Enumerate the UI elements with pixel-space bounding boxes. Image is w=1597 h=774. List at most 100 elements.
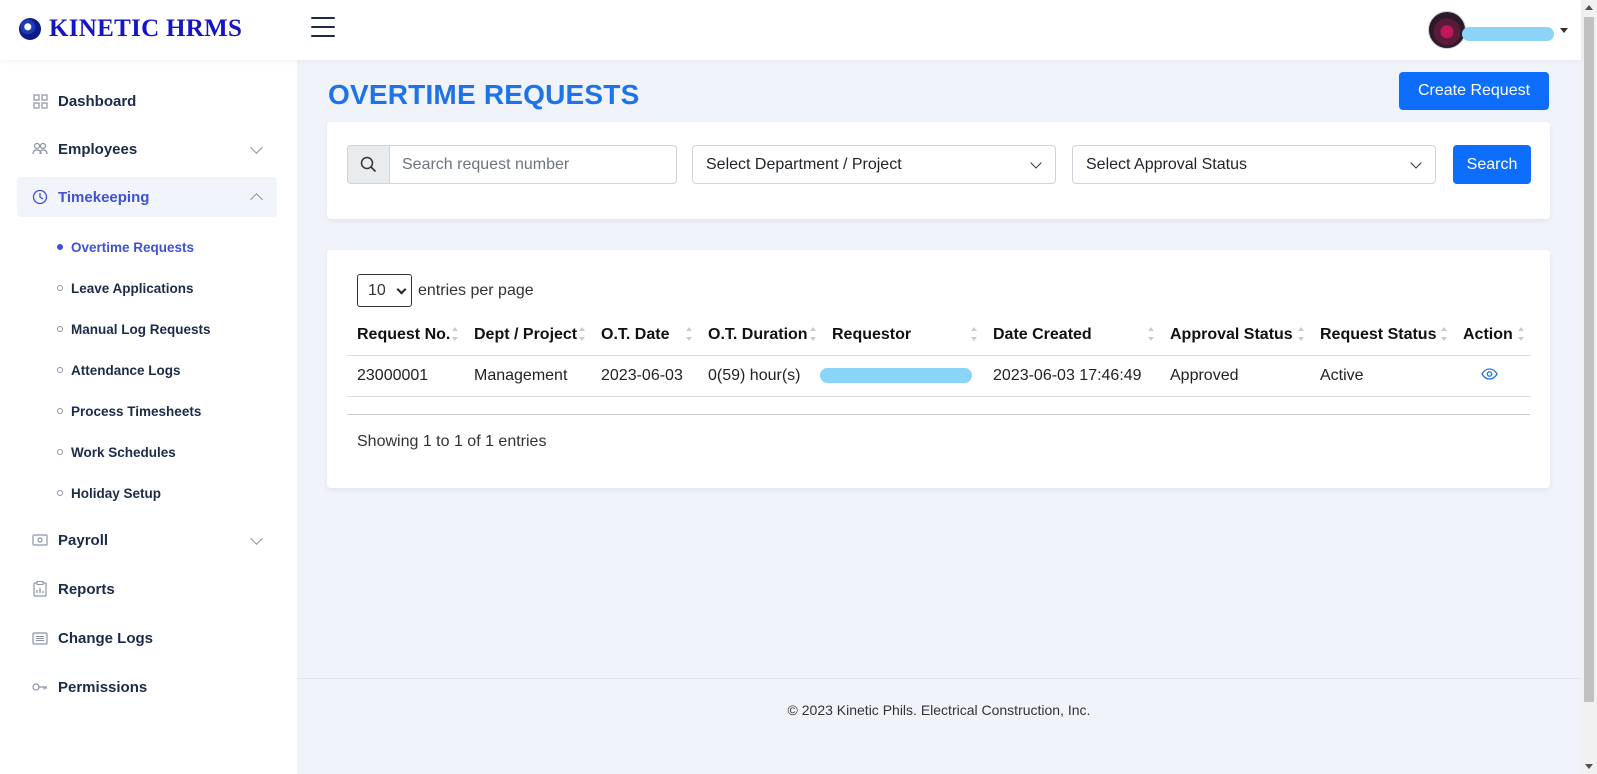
approval-status-select[interactable]: Select Approval Status bbox=[1072, 145, 1436, 184]
department-select[interactable]: Select Department / Project bbox=[692, 145, 1056, 184]
column-header-request-no[interactable]: Request No. bbox=[347, 315, 464, 356]
requests-table-card: 10 entries per page Request No. Dept / P… bbox=[327, 250, 1550, 488]
sort-icon bbox=[579, 327, 587, 343]
column-header-approval-status[interactable]: Approval Status bbox=[1160, 315, 1310, 356]
sidebar-subitem-work-schedules[interactable]: Work Schedules bbox=[57, 441, 176, 463]
sidebar: Dashboard Employees Timekeeping Overtime… bbox=[0, 60, 297, 774]
sidebar-item-change-logs[interactable]: Change Logs bbox=[17, 618, 277, 658]
scroll-down-icon[interactable] bbox=[1585, 764, 1593, 769]
sidebar-subitem-label: Manual Log Requests bbox=[71, 321, 211, 337]
requestor-redacted bbox=[820, 367, 972, 383]
column-header-request-status[interactable]: Request Status bbox=[1310, 315, 1453, 356]
sidebar-subitem-holiday-setup[interactable]: Holiday Setup bbox=[57, 482, 161, 504]
sort-icon bbox=[452, 327, 460, 343]
bullet-icon bbox=[57, 244, 63, 250]
sort-icon bbox=[971, 327, 979, 343]
table-divider bbox=[347, 414, 1530, 415]
sort-icon bbox=[686, 327, 694, 343]
filter-card: Select Department / Project Select Appro… bbox=[327, 122, 1550, 219]
cell-action bbox=[1453, 355, 1530, 397]
table-header-row: Request No. Dept / Project O.T. Date O.T… bbox=[347, 315, 1530, 356]
money-icon bbox=[32, 532, 48, 548]
sidebar-item-label: Permissions bbox=[58, 678, 148, 696]
sort-icon bbox=[810, 327, 818, 343]
scroll-up-icon[interactable] bbox=[1585, 5, 1593, 10]
bullet-icon bbox=[57, 367, 63, 373]
chevron-down-icon bbox=[1410, 157, 1422, 169]
sidebar-item-payroll[interactable]: Payroll bbox=[17, 520, 277, 560]
create-request-button[interactable]: Create Request bbox=[1399, 72, 1549, 110]
table-info: Showing 1 to 1 of 1 entries bbox=[357, 433, 547, 450]
column-header-action[interactable]: Action bbox=[1453, 315, 1530, 356]
sidebar-item-timekeeping[interactable]: Timekeeping bbox=[17, 177, 277, 217]
sidebar-item-label: Change Logs bbox=[58, 629, 154, 647]
top-bar: KINETIC HRMS bbox=[0, 0, 1581, 60]
sidebar-item-label: Employees bbox=[58, 140, 138, 158]
cell-request-no: 23000001 bbox=[347, 355, 464, 397]
bullet-icon bbox=[57, 408, 63, 414]
entries-per-page-select[interactable]: 10 bbox=[357, 274, 412, 307]
scroll-thumb[interactable] bbox=[1584, 17, 1594, 702]
user-menu[interactable] bbox=[1428, 11, 1568, 49]
cell-ot-duration: 0(59) hour(s) bbox=[698, 355, 822, 397]
footer-copyright: © 2023 Kinetic Phils. Electrical Constru… bbox=[787, 702, 1091, 718]
chevron-down-icon bbox=[250, 532, 263, 545]
sort-icon bbox=[1148, 327, 1156, 343]
search-icon[interactable] bbox=[347, 145, 389, 184]
entries-per-page-label: entries per page bbox=[418, 281, 534, 299]
user-name-redacted bbox=[1462, 27, 1554, 41]
sidebar-subitem-overtime-requests[interactable]: Overtime Requests bbox=[57, 236, 194, 258]
sidebar-subitem-manual-log-requests[interactable]: Manual Log Requests bbox=[57, 318, 211, 340]
column-header-ot-duration[interactable]: O.T. Duration bbox=[698, 315, 822, 356]
sort-icon bbox=[1298, 327, 1306, 343]
sidebar-subitem-leave-applications[interactable]: Leave Applications bbox=[57, 277, 194, 299]
menu-toggle-icon[interactable] bbox=[311, 17, 335, 39]
sidebar-subitem-label: Overtime Requests bbox=[71, 239, 195, 255]
sidebar-subitem-label: Holiday Setup bbox=[71, 485, 162, 501]
cell-requestor bbox=[820, 355, 983, 397]
bullet-icon bbox=[57, 449, 63, 455]
cell-dept: Management bbox=[464, 355, 591, 397]
table-row: 23000001 Management 2023-06-03 0(59) hou… bbox=[347, 355, 1530, 397]
entries-per-page-value: 10 bbox=[368, 281, 386, 299]
cell-approval-status: Approved bbox=[1160, 355, 1310, 397]
column-header-requestor[interactable]: Requestor bbox=[822, 315, 983, 356]
clock-icon bbox=[32, 189, 48, 205]
sidebar-item-label: Reports bbox=[58, 580, 115, 598]
entries-per-page: 10 entries per page bbox=[357, 274, 534, 307]
search-button[interactable]: Search bbox=[1453, 145, 1531, 184]
search-input[interactable] bbox=[389, 145, 677, 184]
sidebar-item-reports[interactable]: Reports bbox=[17, 569, 277, 609]
grid-icon bbox=[32, 93, 48, 109]
sort-icon bbox=[1441, 327, 1449, 343]
sidebar-item-employees[interactable]: Employees bbox=[17, 129, 277, 169]
page-title: OVERTIME REQUESTS bbox=[328, 79, 640, 110]
eye-icon[interactable] bbox=[1481, 367, 1498, 385]
footer: © 2023 Kinetic Phils. Electrical Constru… bbox=[297, 678, 1581, 774]
sidebar-item-label: Timekeeping bbox=[58, 188, 150, 206]
clipboard-chart-icon bbox=[32, 581, 48, 597]
key-icon bbox=[32, 679, 48, 695]
logo-text: KINETIC HRMS bbox=[49, 15, 243, 42]
sidebar-subitem-attendance-logs[interactable]: Attendance Logs bbox=[57, 359, 181, 381]
approval-status-select-value: Select Approval Status bbox=[1086, 155, 1247, 173]
sidebar-item-dashboard[interactable]: Dashboard bbox=[17, 81, 277, 121]
list-icon bbox=[32, 630, 48, 646]
cell-date-created: 2023-06-03 17:46:49 bbox=[983, 355, 1160, 397]
column-header-ot-date[interactable]: O.T. Date bbox=[591, 315, 698, 356]
search-group bbox=[347, 145, 677, 184]
users-icon bbox=[32, 141, 48, 157]
chevron-down-icon bbox=[250, 141, 263, 154]
sidebar-subitem-process-timesheets[interactable]: Process Timesheets bbox=[57, 400, 201, 422]
sidebar-item-label: Payroll bbox=[58, 531, 109, 549]
sidebar-subitem-label: Leave Applications bbox=[71, 280, 194, 296]
column-header-date-created[interactable]: Date Created bbox=[983, 315, 1160, 356]
requests-table: Request No. Dept / Project O.T. Date O.T… bbox=[347, 315, 1530, 397]
column-header-dept-project[interactable]: Dept / Project bbox=[464, 315, 591, 356]
sidebar-item-permissions[interactable]: Permissions bbox=[17, 667, 277, 707]
sidebar-subitem-label: Process Timesheets bbox=[71, 403, 202, 419]
bullet-icon bbox=[57, 326, 63, 332]
scrollbar[interactable] bbox=[1581, 0, 1597, 774]
app-logo[interactable]: KINETIC HRMS bbox=[19, 15, 242, 43]
sidebar-item-label: Dashboard bbox=[58, 92, 137, 110]
